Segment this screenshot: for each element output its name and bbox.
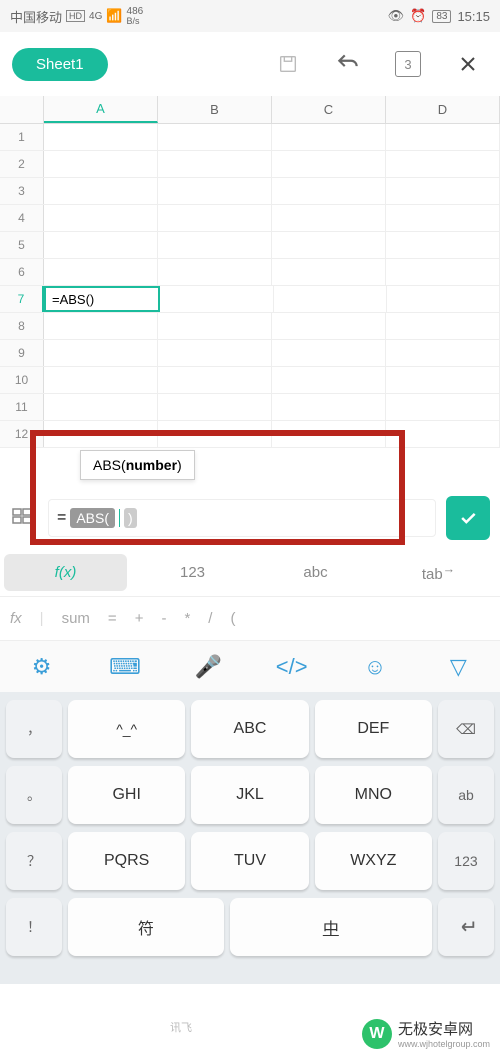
grid-corner[interactable] (0, 96, 44, 123)
key-abc[interactable]: ABC (191, 700, 308, 758)
watermark: W 无极安卓网 www.wjhotelgroup.com (362, 1018, 490, 1049)
col-header-a[interactable]: A (44, 96, 158, 123)
clock-label: 15:15 (457, 9, 490, 24)
voice-icon[interactable]: 🎤 (188, 654, 228, 680)
formula-input[interactable]: = ABS( ) (48, 499, 436, 537)
row-header[interactable]: 3 (0, 178, 44, 204)
fx-label: fx (10, 610, 22, 627)
spreadsheet-grid[interactable]: A B C D 1 2 3 4 5 6 7=ABS() 8 9 10 11 12 (0, 96, 500, 448)
text-cursor (119, 509, 120, 527)
key-face[interactable]: ^_^ (68, 700, 185, 758)
close-icon[interactable] (448, 44, 488, 84)
save-icon[interactable] (268, 44, 308, 84)
speed-value: 486 (127, 7, 144, 17)
sheet-name-label: Sheet1 (36, 56, 84, 73)
mode-tab-abc[interactable]: abc (254, 554, 377, 591)
key-mno[interactable]: MNO (315, 766, 432, 824)
ime-toolbar: ⚙ ⌨ 🎤 </> ☺ ▽ (0, 640, 500, 692)
alarm-icon: ⏰ (410, 8, 426, 24)
watermark-url: www.wjhotelgroup.com (398, 1039, 490, 1049)
watermark-title: 无极安卓网 (398, 1018, 490, 1039)
key-lang[interactable]: 中 (230, 898, 432, 956)
fx-minus[interactable]: - (161, 610, 166, 627)
key-backspace[interactable]: ⌫ (438, 700, 494, 758)
active-cell[interactable]: =ABS() (44, 286, 160, 312)
table-icon[interactable] (10, 504, 38, 533)
ime-brand-label: 讯飞 (170, 1019, 192, 1035)
row-header[interactable]: 8 (0, 313, 44, 339)
row-header[interactable]: 12 (0, 421, 44, 447)
undo-icon[interactable] (328, 44, 368, 84)
key-def[interactable]: DEF (315, 700, 432, 758)
key-period[interactable]: 。 (6, 766, 62, 824)
fx-plus[interactable]: + (135, 610, 144, 627)
sheet-tab[interactable]: Sheet1 (12, 48, 108, 81)
key-exclaim[interactable]: ！ (6, 898, 62, 956)
key-symbol[interactable]: 符 (68, 898, 224, 956)
equals-sign: = (57, 509, 66, 527)
formula-chip-abs: ABS( (70, 508, 115, 528)
row-header[interactable]: 4 (0, 205, 44, 231)
row-header[interactable]: 5 (0, 232, 44, 258)
eye-icon: 👁 (388, 8, 405, 24)
emoji-icon[interactable]: ☺ (355, 654, 395, 680)
app-toolbar: Sheet1 3 (0, 32, 500, 96)
formula-bar: = ABS( ) (0, 488, 500, 548)
row-header[interactable]: 11 (0, 394, 44, 420)
key-tuv[interactable]: TUV (191, 832, 308, 890)
key-question[interactable]: ？ (6, 832, 62, 890)
confirm-button[interactable] (446, 496, 490, 540)
input-mode-tabs: f(x) 123 abc tab→ (0, 548, 500, 596)
key-pqrs[interactable]: PQRS (68, 832, 185, 890)
key-123[interactable]: 123 (438, 832, 494, 890)
hd-badge: HD (66, 10, 85, 22)
battery-icon: 83 (432, 10, 451, 23)
carrier-label: 中国移动 (10, 7, 62, 26)
network-type: 4G (89, 11, 102, 22)
watermark-logo: W (362, 1019, 392, 1049)
col-header-b[interactable]: B (158, 96, 272, 123)
signal-icon: 📶 (106, 8, 122, 24)
keyboard: ， ^_^ ABC DEF ⌫ 。 GHI JKL MNO ab ？ PQRS … (0, 692, 500, 984)
code-icon[interactable]: </> (272, 654, 312, 680)
formula-hint-tooltip: ABS(number) (80, 450, 195, 480)
fx-eq[interactable]: = (108, 610, 117, 627)
col-header-d[interactable]: D (386, 96, 500, 123)
page-number: 3 (404, 57, 411, 72)
row-header[interactable]: 6 (0, 259, 44, 285)
key-comma[interactable]: ， (6, 700, 62, 758)
fx-paren[interactable]: ( (230, 610, 235, 627)
key-ghi[interactable]: GHI (68, 766, 185, 824)
page-indicator[interactable]: 3 (388, 44, 428, 84)
row-header[interactable]: 2 (0, 151, 44, 177)
status-bar: 中国移动 HD 4G 📶 486 B/s 👁 ⏰ 83 15:15 (0, 0, 500, 32)
collapse-icon[interactable]: ▽ (438, 654, 478, 680)
fx-shortcut-bar: fx | sum = + - * / ( (0, 596, 500, 640)
key-enter[interactable] (438, 898, 494, 956)
row-header[interactable]: 9 (0, 340, 44, 366)
mode-tab-tab[interactable]: tab→ (377, 552, 500, 593)
key-wxyz[interactable]: WXYZ (315, 832, 432, 890)
cell[interactable] (44, 124, 158, 150)
fx-mult[interactable]: * (184, 610, 190, 627)
key-jkl[interactable]: JKL (191, 766, 308, 824)
fx-div[interactable]: / (208, 610, 212, 627)
keyboard-switch-icon[interactable]: ⌨ (105, 654, 145, 680)
mode-tab-123[interactable]: 123 (131, 554, 254, 591)
row-header[interactable]: 7 (0, 286, 44, 312)
mode-tab-fx[interactable]: f(x) (4, 554, 127, 591)
row-header[interactable]: 1 (0, 124, 44, 150)
row-header[interactable]: 10 (0, 367, 44, 393)
fx-sum[interactable]: sum (62, 610, 90, 627)
formula-chip-close: ) (124, 508, 137, 528)
speed-unit: B/s (127, 17, 144, 26)
col-header-c[interactable]: C (272, 96, 386, 123)
key-ab[interactable]: ab (438, 766, 494, 824)
settings-icon[interactable]: ⚙ (22, 654, 62, 680)
